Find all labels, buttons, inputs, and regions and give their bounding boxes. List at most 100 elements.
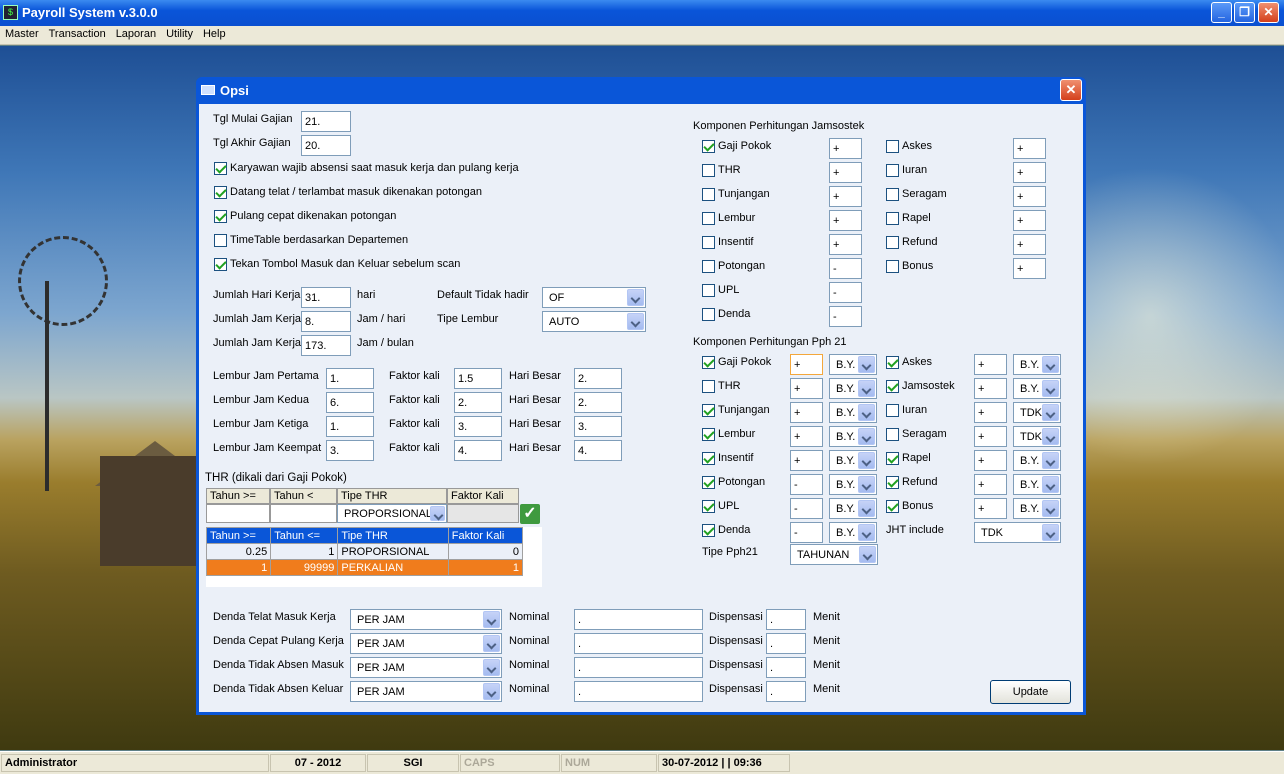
chevron-down-icon[interactable] xyxy=(858,380,875,397)
sign-input[interactable]: + xyxy=(1013,234,1046,255)
menu-help[interactable]: Help xyxy=(198,26,231,40)
check-box[interactable] xyxy=(214,258,227,271)
tgl-akhir-input[interactable]: 20. xyxy=(301,135,351,156)
thr-tahun-max-input[interactable] xyxy=(270,504,337,523)
grid-cell[interactable]: 99999 xyxy=(270,559,339,576)
chevron-down-icon[interactable] xyxy=(483,611,500,628)
hari-besar-input[interactable]: 3. xyxy=(574,416,622,437)
check-box[interactable] xyxy=(702,380,715,393)
check-box[interactable] xyxy=(702,428,715,441)
tipe-select[interactable]: B.Y. xyxy=(829,378,877,399)
checkbox-timetable-departemen[interactable]: TimeTable berdasarkan Departemen xyxy=(214,233,614,249)
dispensasi-input[interactable]: . xyxy=(766,681,806,702)
checkbox-tekan-tombol[interactable]: Tekan Tombol Masuk dan Keluar sebelum sc… xyxy=(214,257,614,273)
grid-cell[interactable]: PROPORSIONAL xyxy=(337,543,449,560)
check-box[interactable] xyxy=(886,236,899,249)
check-box[interactable] xyxy=(702,356,715,369)
check-box[interactable] xyxy=(886,188,899,201)
dialog-close-button[interactable]: ✕ xyxy=(1060,79,1082,101)
update-button[interactable]: Update xyxy=(990,680,1071,704)
sign-input[interactable]: - xyxy=(829,258,862,279)
check-box[interactable] xyxy=(702,260,715,273)
check-box[interactable] xyxy=(702,212,715,225)
grid-cell[interactable]: 1 xyxy=(270,543,339,560)
tipe-select[interactable]: B.Y. xyxy=(829,474,877,495)
chevron-down-icon[interactable] xyxy=(1042,500,1059,517)
lembur-jam-input[interactable]: 6. xyxy=(326,392,374,413)
tipe-select[interactable]: B.Y. xyxy=(829,498,877,519)
check-box[interactable] xyxy=(702,188,715,201)
check-box[interactable] xyxy=(702,140,715,153)
close-button[interactable]: ✕ xyxy=(1258,2,1279,23)
faktor-kali-input[interactable]: 3. xyxy=(454,416,502,437)
check-box[interactable] xyxy=(886,452,899,465)
sign-input[interactable]: + xyxy=(974,474,1007,495)
sign-input[interactable]: + xyxy=(974,378,1007,399)
hari-kerja-input[interactable]: 31. xyxy=(301,287,351,308)
chevron-down-icon[interactable] xyxy=(1042,404,1059,421)
chevron-down-icon[interactable] xyxy=(483,683,500,700)
dispensasi-input[interactable]: . xyxy=(766,609,806,630)
minimize-button[interactable]: _ xyxy=(1211,2,1232,23)
chevron-down-icon[interactable] xyxy=(1042,356,1059,373)
sign-input[interactable]: + xyxy=(829,138,862,159)
dispensasi-input[interactable]: . xyxy=(766,657,806,678)
sign-input[interactable]: + xyxy=(1013,258,1046,279)
check-box[interactable] xyxy=(702,164,715,177)
sign-input[interactable]: + xyxy=(790,450,823,471)
check-box[interactable] xyxy=(214,234,227,247)
sign-input[interactable]: + xyxy=(974,498,1007,519)
chevron-down-icon[interactable] xyxy=(627,313,644,330)
chevron-down-icon[interactable] xyxy=(1042,476,1059,493)
thr-faktor-input[interactable] xyxy=(447,504,519,523)
sign-input[interactable]: + xyxy=(1013,138,1046,159)
chevron-down-icon[interactable] xyxy=(858,524,875,541)
nominal-input[interactable]: . xyxy=(574,681,703,702)
check-box[interactable] xyxy=(702,476,715,489)
sign-input[interactable]: + xyxy=(829,234,862,255)
check-confirm-icon[interactable]: ✓ xyxy=(520,504,540,524)
chevron-down-icon[interactable] xyxy=(859,546,876,563)
tipe-select[interactable]: B.Y. xyxy=(1013,474,1061,495)
chevron-down-icon[interactable] xyxy=(858,500,875,517)
menu-master[interactable]: Master xyxy=(0,26,44,40)
tipe-lembur-select[interactable]: AUTO xyxy=(542,311,646,332)
sign-input[interactable]: + xyxy=(829,162,862,183)
check-box[interactable] xyxy=(886,356,899,369)
chevron-down-icon[interactable] xyxy=(1042,428,1059,445)
denda-tipe-select[interactable]: PER JAM xyxy=(350,681,502,702)
chevron-down-icon[interactable] xyxy=(483,635,500,652)
jam-kerja-bulan-input[interactable]: 173. xyxy=(301,335,351,356)
sign-input[interactable]: + xyxy=(1013,162,1046,183)
chevron-down-icon[interactable] xyxy=(858,476,875,493)
chevron-down-icon[interactable] xyxy=(1042,452,1059,469)
jht-include-select[interactable]: TDK xyxy=(974,522,1061,543)
default-tidak-hadir-select[interactable]: OF xyxy=(542,287,646,308)
checkbox-wajib-absensi[interactable]: Karyawan wajib absensi saat masuk kerja … xyxy=(214,161,614,177)
denda-tipe-select[interactable]: PER JAM xyxy=(350,633,502,654)
checkbox-datang-telat[interactable]: Datang telat / terlambat masuk dikenakan… xyxy=(214,185,614,201)
tipe-select[interactable]: B.Y. xyxy=(1013,450,1061,471)
chevron-down-icon[interactable] xyxy=(627,289,644,306)
check-box[interactable] xyxy=(886,260,899,273)
sign-input[interactable]: - xyxy=(829,306,862,327)
check-box[interactable] xyxy=(702,524,715,537)
lembur-jam-input[interactable]: 1. xyxy=(326,368,374,389)
sign-input[interactable]: + xyxy=(829,186,862,207)
table-row-selected[interactable]: 1 99999 PERKALIAN 1 xyxy=(205,559,524,576)
menu-utility[interactable]: Utility xyxy=(161,26,198,40)
check-box[interactable] xyxy=(886,212,899,225)
chevron-down-icon[interactable] xyxy=(858,452,875,469)
check-box[interactable] xyxy=(886,140,899,153)
check-box[interactable] xyxy=(702,500,715,513)
chevron-down-icon[interactable] xyxy=(1042,524,1059,541)
check-box[interactable] xyxy=(702,284,715,297)
check-box[interactable] xyxy=(886,404,899,417)
grid-cell[interactable]: 1 xyxy=(447,559,524,576)
check-box[interactable] xyxy=(886,164,899,177)
lembur-jam-input[interactable]: 1. xyxy=(326,416,374,437)
check-box[interactable] xyxy=(214,186,227,199)
tipe-select[interactable]: B.Y. xyxy=(1013,498,1061,519)
dispensasi-input[interactable]: . xyxy=(766,633,806,654)
hari-besar-input[interactable]: 2. xyxy=(574,392,622,413)
